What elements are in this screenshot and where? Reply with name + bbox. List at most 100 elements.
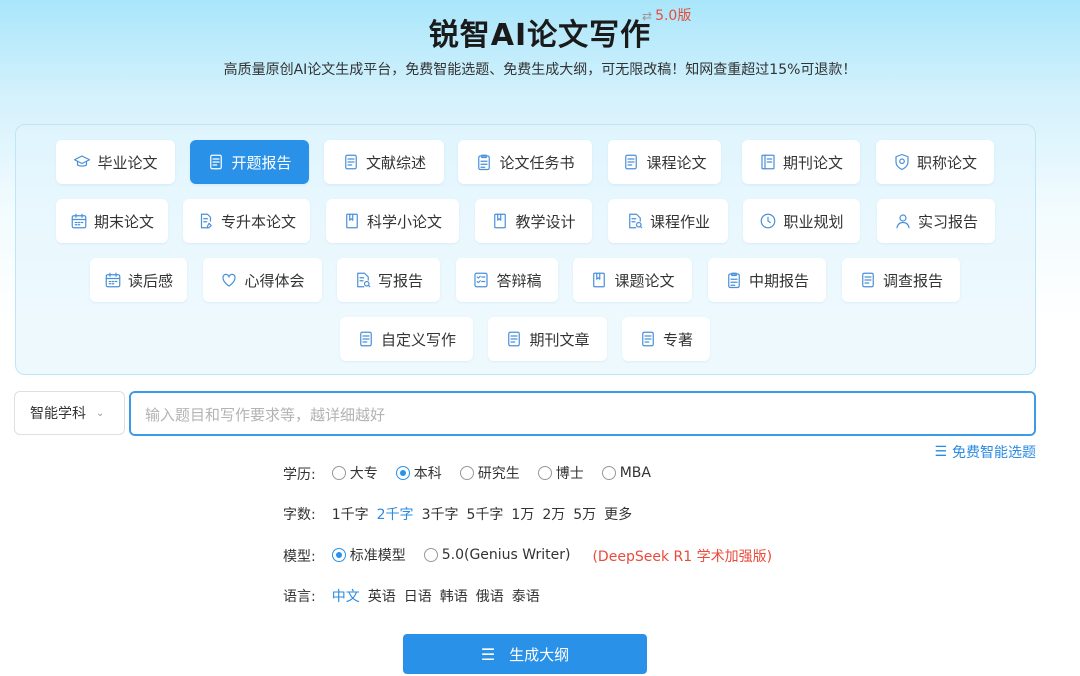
document-search-icon [354,271,372,289]
category-chip[interactable]: 调查报告 [842,258,960,302]
category-chip-label: 自定义写作 [380,330,456,349]
badge-icon [893,153,911,171]
radio-circle-icon [601,466,616,480]
category-chip-label: 实习报告 [917,212,978,231]
wordcount-option[interactable]: 5千字 [466,507,503,523]
book-icon [343,212,361,230]
clipboard-icon [725,271,743,289]
category-chip-label: 期末论文 [93,212,154,231]
topic-input[interactable] [129,391,1036,436]
category-chip[interactable]: 职称论文 [876,140,994,184]
category-chip[interactable]: 专升本论文 [183,199,310,243]
model-option-label: 标准模型 [349,548,406,564]
education-option-label: 本科 [413,466,442,482]
document-icon [859,271,877,289]
category-chip[interactable]: 答辩稿 [456,258,558,302]
category-chip[interactable]: 课题论文 [573,258,692,302]
chevron-down-icon: ⌄ [96,407,105,419]
category-chip-label: 论文任务书 [499,153,575,172]
wordcount-row: 字数: 1千字 2千字 3千字 5千字 1万 2万 5万 更多 [283,504,640,524]
language-option[interactable]: 日语 [404,589,432,605]
education-row: 学历: 大专 本科 研究生 博士 MBA [283,463,669,484]
wordcount-option[interactable]: 3千字 [422,507,459,523]
document-icon [207,153,225,171]
wordcount-option[interactable]: 1万 [511,507,534,523]
category-chip-label: 中期报告 [748,271,809,290]
category-chip[interactable]: 开题报告 [190,140,309,184]
version-switch[interactable]: ⇄ 5.0版 [642,5,691,25]
wordcount-option[interactable]: 2万 [542,507,565,523]
radio-circle-icon [423,548,438,562]
category-chip-label: 科学小论文 [366,212,442,231]
clock-icon [759,212,777,230]
category-chip[interactable]: 课程论文 [608,140,721,184]
wordcount-option[interactable]: 1千字 [332,507,369,523]
heart-icon [220,271,238,289]
category-chip[interactable]: 期刊文章 [488,317,607,361]
category-chip[interactable]: 职业规划 [743,199,860,243]
model-radio[interactable]: 标准模型 [331,545,406,565]
category-chip[interactable]: 实习报告 [877,199,995,243]
checklist-icon [472,271,490,289]
language-option[interactable]: 中文 [332,589,360,605]
category-chip[interactable]: 写报告 [337,258,440,302]
subject-select[interactable]: 智能学科 ⌄ [14,391,125,435]
category-chip-label: 写报告 [377,271,423,290]
user-icon [894,212,912,230]
education-radio[interactable]: 研究生 [459,463,520,483]
category-chip[interactable]: 文献综述 [324,140,444,184]
category-chip[interactable]: 自定义写作 [340,317,473,361]
language-option[interactable]: 俄语 [476,589,504,605]
category-chip[interactable]: 毕业论文 [56,140,175,184]
calendar-icon [70,212,88,230]
category-chip[interactable]: 专著 [622,317,710,361]
model-note: (DeepSeek R1 学术加强版) [592,548,773,565]
document-icon [505,330,523,348]
radio-circle-icon [537,466,552,480]
model-option-label: 5.0(Genius Writer) [441,547,571,563]
category-chip-label: 专著 [662,330,693,349]
category-chip[interactable]: 心得体会 [203,258,322,302]
category-chip[interactable]: 教学设计 [475,199,592,243]
education-option-label: 研究生 [477,466,520,482]
category-chip-label: 课程作业 [649,212,710,231]
category-chip-label: 职称论文 [916,153,977,172]
category-chip[interactable]: 中期报告 [708,258,826,302]
education-radio[interactable]: 大专 [331,463,378,483]
wordcount-label: 字数: [283,507,316,523]
wordcount-option[interactable]: 2千字 [377,507,414,523]
category-chip-label: 答辩稿 [496,271,542,290]
education-radio[interactable]: 本科 [395,463,442,483]
language-row: 语言: 中文 英语 日语 韩语 俄语 泰语 [283,586,548,606]
page-title: 锐智AI论文写作 [428,18,652,53]
subject-select-value: 智能学科 [30,406,86,422]
category-chip-label: 毕业论文 [97,153,158,172]
model-row: 模型: 标准模型 5.0(Genius Writer) (DeepSeek R1 … [283,545,772,566]
category-chip[interactable]: 期末论文 [56,199,168,243]
category-chip-label: 期刊文章 [529,330,590,349]
category-chip[interactable]: 期刊论文 [742,140,860,184]
education-radio[interactable]: MBA [601,465,651,481]
model-radio[interactable]: 5.0(Genius Writer) [423,547,571,563]
generate-button-label: 生成大纲 [509,645,570,664]
document-edit-icon [197,212,215,230]
calendar-icon [104,271,122,289]
clipboard-icon [475,153,493,171]
category-chip[interactable]: 论文任务书 [458,140,592,184]
document-search-icon [626,212,644,230]
journal-icon [759,153,777,171]
category-chip[interactable]: 课程作业 [608,199,728,243]
education-radio[interactable]: 博士 [537,463,584,483]
document-icon [357,330,375,348]
category-chip[interactable]: 读后感 [90,258,187,302]
language-option[interactable]: 英语 [368,589,396,605]
generate-outline-button[interactable]: ☰ 生成大纲 [403,634,647,674]
language-option[interactable]: 韩语 [440,589,468,605]
wordcount-option[interactable]: 5万 [573,507,596,523]
graduation-cap-icon [73,153,91,171]
category-chip-label: 文献综述 [365,153,426,172]
wordcount-option[interactable]: 更多 [604,507,632,523]
free-topic-suggest-link[interactable]: ☰ 免费智能选题 [934,442,1036,462]
category-chip[interactable]: 科学小论文 [326,199,459,243]
language-option[interactable]: 泰语 [512,589,540,605]
